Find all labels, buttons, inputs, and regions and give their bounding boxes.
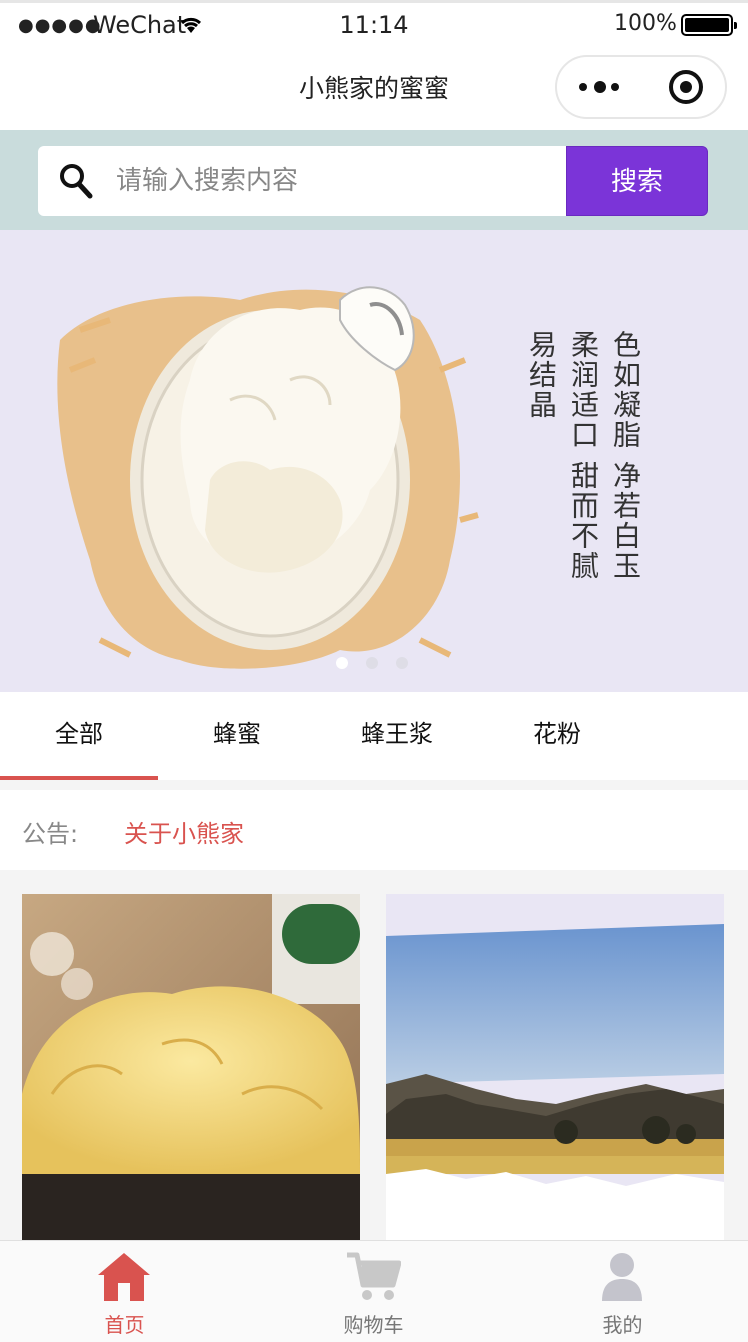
more-options-icon[interactable]	[577, 75, 627, 99]
tabbar-me[interactable]: 我的	[498, 1241, 747, 1342]
navigation-bar: 小熊家的蜜蜜	[0, 44, 748, 130]
carousel-dot[interactable]	[366, 657, 378, 669]
status-bar: ●●●●● WeChat 11:14 100%	[0, 0, 748, 44]
notice-link[interactable]: 关于小熊家	[124, 814, 244, 849]
user-icon	[602, 1253, 642, 1301]
home-icon	[98, 1253, 150, 1301]
search-input[interactable]	[116, 146, 556, 216]
carousel-dot[interactable]	[336, 657, 348, 669]
search-button[interactable]: 搜索	[566, 146, 708, 216]
tab-honey[interactable]: 蜂蜜	[158, 692, 316, 780]
banner-image	[57, 286, 479, 669]
bottom-tab-bar: 首页 购物车 我的	[0, 1240, 748, 1342]
tabbar-home[interactable]: 首页	[0, 1241, 249, 1342]
cart-icon	[347, 1252, 401, 1300]
tab-all[interactable]: 全部	[0, 692, 158, 780]
tabbar-label: 首页	[104, 1313, 145, 1337]
banner-text-col-3: 易结晶	[525, 330, 558, 420]
tabbar-cart[interactable]: 购物车	[249, 1241, 498, 1342]
product-card[interactable]	[22, 894, 360, 1240]
search-box	[38, 146, 568, 216]
product-card[interactable]	[386, 894, 724, 1240]
carousel-indicator	[336, 657, 416, 671]
banner-text-col-1: 色如凝脂 净若白玉	[609, 330, 642, 581]
carousel-dot[interactable]	[396, 657, 408, 669]
search-icon	[60, 164, 93, 199]
tab-pollen[interactable]: 花粉	[478, 692, 636, 780]
product-image-honey	[22, 894, 360, 1240]
product-image-landscape	[386, 894, 724, 1240]
battery-percent: 100%	[614, 11, 677, 36]
tab-royal-jelly[interactable]: 蜂王浆	[318, 692, 476, 780]
close-miniprogram-icon[interactable]	[669, 70, 703, 104]
banner-text-col-2: 柔润适口 甜而不腻	[567, 330, 600, 581]
battery-icon	[681, 14, 737, 36]
search-bar: 搜索	[0, 130, 748, 230]
notice-label: 公告:	[22, 820, 79, 848]
category-tabs: 全部 蜂蜜 蜂王浆 花粉	[0, 692, 748, 780]
notice-bar: 公告: 关于小熊家	[0, 790, 748, 870]
tabbar-label: 我的	[602, 1313, 643, 1337]
tabbar-label: 购物车	[343, 1313, 404, 1337]
banner-carousel[interactable]: 色如凝脂 净若白玉 柔润适口 甜而不腻 易结晶	[0, 230, 748, 692]
miniprogram-capsule	[555, 55, 727, 119]
